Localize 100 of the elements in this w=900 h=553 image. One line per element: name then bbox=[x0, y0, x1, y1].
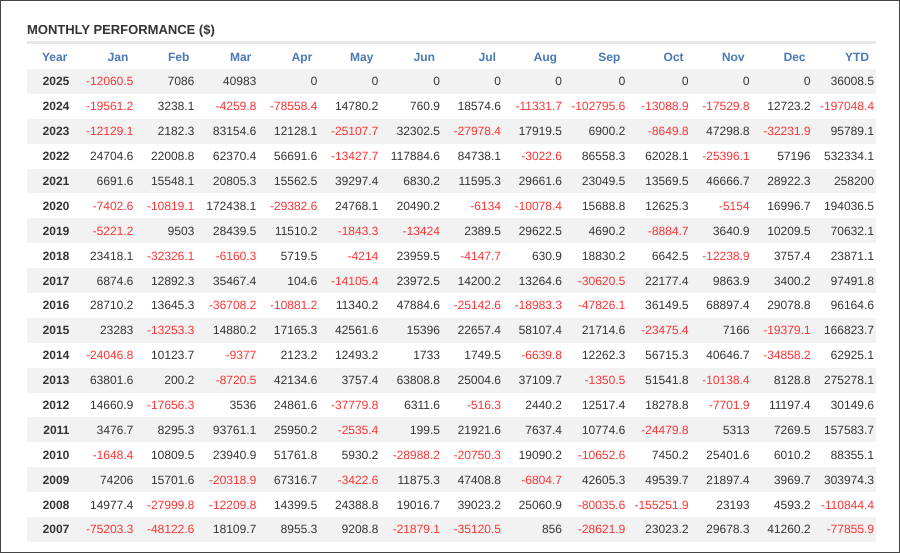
value-cell: 95789.1 bbox=[812, 118, 876, 144]
value-cell: -80035.6 bbox=[564, 492, 628, 518]
value-cell: -11331.7 bbox=[502, 94, 564, 119]
year-cell: 2020 bbox=[27, 193, 74, 218]
value-cell: 68897.4 bbox=[690, 293, 752, 318]
value-cell: 12128.1 bbox=[258, 118, 320, 144]
value-cell: 6691.6 bbox=[74, 168, 136, 194]
value-cell: 7166 bbox=[690, 318, 752, 343]
value-cell: 1749.5 bbox=[442, 342, 503, 368]
value-cell: 5313 bbox=[690, 417, 752, 442]
value-cell: 12892.3 bbox=[135, 268, 196, 294]
value-cell: 29678.3 bbox=[690, 517, 752, 542]
value-cell: 9503 bbox=[135, 218, 196, 244]
value-cell: -19561.2 bbox=[74, 94, 136, 119]
value-cell: 6900.2 bbox=[564, 118, 628, 144]
value-cell: 200.2 bbox=[135, 368, 196, 393]
value-cell: 88355.1 bbox=[812, 442, 876, 468]
value-cell: 856 bbox=[502, 517, 564, 542]
value-cell: 14399.5 bbox=[258, 492, 320, 518]
value-cell: 30149.6 bbox=[812, 392, 876, 418]
value-cell: 157583.7 bbox=[812, 417, 876, 442]
value-cell: 11197.4 bbox=[752, 392, 813, 418]
value-cell: 51541.8 bbox=[627, 368, 691, 393]
value-cell: 258200 bbox=[812, 168, 876, 194]
value-cell: 36008.5 bbox=[812, 69, 876, 94]
value-cell: -12238.9 bbox=[690, 243, 752, 268]
value-cell: 8128.8 bbox=[752, 368, 813, 393]
value-cell: 12262.3 bbox=[564, 342, 628, 368]
value-cell: 67316.7 bbox=[258, 467, 320, 492]
value-cell: 7637.4 bbox=[502, 417, 564, 442]
value-cell: 6642.5 bbox=[627, 243, 691, 268]
value-cell: -47826.1 bbox=[564, 293, 628, 318]
value-cell: 3476.7 bbox=[74, 417, 136, 442]
value-cell: 5719.5 bbox=[258, 243, 320, 268]
value-cell: 23023.2 bbox=[627, 517, 691, 542]
value-cell: 21897.4 bbox=[690, 467, 752, 492]
value-cell: 4593.2 bbox=[752, 492, 813, 518]
value-cell: 0 bbox=[564, 69, 628, 94]
year-cell: 2019 bbox=[27, 218, 74, 244]
value-cell: -197048.4 bbox=[812, 94, 876, 119]
value-cell: 3969.7 bbox=[752, 467, 813, 492]
value-cell: 6874.6 bbox=[74, 268, 136, 294]
year-cell: 2021 bbox=[27, 168, 74, 194]
value-cell: 24861.6 bbox=[258, 392, 320, 418]
value-cell: -3422.6 bbox=[319, 467, 380, 492]
value-cell: 47884.6 bbox=[380, 293, 442, 318]
value-cell: 166823.7 bbox=[812, 318, 876, 343]
value-cell: 2389.5 bbox=[442, 218, 503, 244]
column-header: Nov bbox=[690, 42, 752, 69]
value-cell: 5930.2 bbox=[319, 442, 380, 468]
value-cell: 25004.6 bbox=[442, 368, 503, 393]
year-cell: 2023 bbox=[27, 118, 74, 144]
value-cell: 24768.1 bbox=[319, 193, 380, 218]
value-cell: -10819.1 bbox=[135, 193, 196, 218]
value-cell: 18830.2 bbox=[564, 243, 628, 268]
value-cell: 1733 bbox=[380, 342, 442, 368]
value-cell: 3536 bbox=[196, 392, 258, 418]
value-cell: 0 bbox=[627, 69, 691, 94]
value-cell: 15688.8 bbox=[564, 193, 628, 218]
value-cell: -34858.2 bbox=[752, 342, 813, 368]
value-cell: 20490.2 bbox=[380, 193, 442, 218]
value-cell: 41260.2 bbox=[752, 517, 813, 542]
value-cell: 23193 bbox=[690, 492, 752, 518]
value-cell: 3400.2 bbox=[752, 268, 813, 294]
value-cell: 23940.9 bbox=[196, 442, 258, 468]
value-cell: 15396 bbox=[380, 318, 442, 343]
column-header: Mar bbox=[196, 42, 258, 69]
value-cell: 4690.2 bbox=[564, 218, 628, 244]
value-cell: 28922.3 bbox=[752, 168, 813, 194]
value-cell: -17656.3 bbox=[135, 392, 196, 418]
year-cell: 2016 bbox=[27, 293, 74, 318]
value-cell: 42561.6 bbox=[319, 318, 380, 343]
value-cell: 62028.1 bbox=[627, 144, 691, 169]
value-cell: -102795.6 bbox=[564, 94, 628, 119]
value-cell: 22657.4 bbox=[442, 318, 503, 343]
value-cell: 760.9 bbox=[380, 94, 442, 119]
value-cell: -27978.4 bbox=[442, 118, 503, 144]
value-cell: 40983 bbox=[196, 69, 258, 94]
value-cell: -32231.9 bbox=[752, 118, 813, 144]
value-cell: 22177.4 bbox=[627, 268, 691, 294]
value-cell: -10078.4 bbox=[502, 193, 564, 218]
value-cell: 42605.3 bbox=[564, 467, 628, 492]
value-cell: -20318.9 bbox=[196, 467, 258, 492]
value-cell: -48122.6 bbox=[135, 517, 196, 542]
value-cell: 39297.4 bbox=[319, 168, 380, 194]
value-cell: 23871.1 bbox=[812, 243, 876, 268]
value-cell: -5154 bbox=[690, 193, 752, 218]
year-cell: 2009 bbox=[27, 467, 74, 492]
value-cell: 57196 bbox=[752, 144, 813, 169]
value-cell: -13088.9 bbox=[627, 94, 691, 119]
year-cell: 2014 bbox=[27, 342, 74, 368]
value-cell: 12493.2 bbox=[319, 342, 380, 368]
value-cell: 47408.8 bbox=[442, 467, 503, 492]
value-cell: 11595.3 bbox=[442, 168, 503, 194]
column-header: Jan bbox=[74, 42, 136, 69]
value-cell: 11510.2 bbox=[258, 218, 320, 244]
year-cell: 2013 bbox=[27, 368, 74, 393]
value-cell: 35467.4 bbox=[196, 268, 258, 294]
column-header: May bbox=[319, 42, 380, 69]
column-header: Oct bbox=[627, 42, 691, 69]
